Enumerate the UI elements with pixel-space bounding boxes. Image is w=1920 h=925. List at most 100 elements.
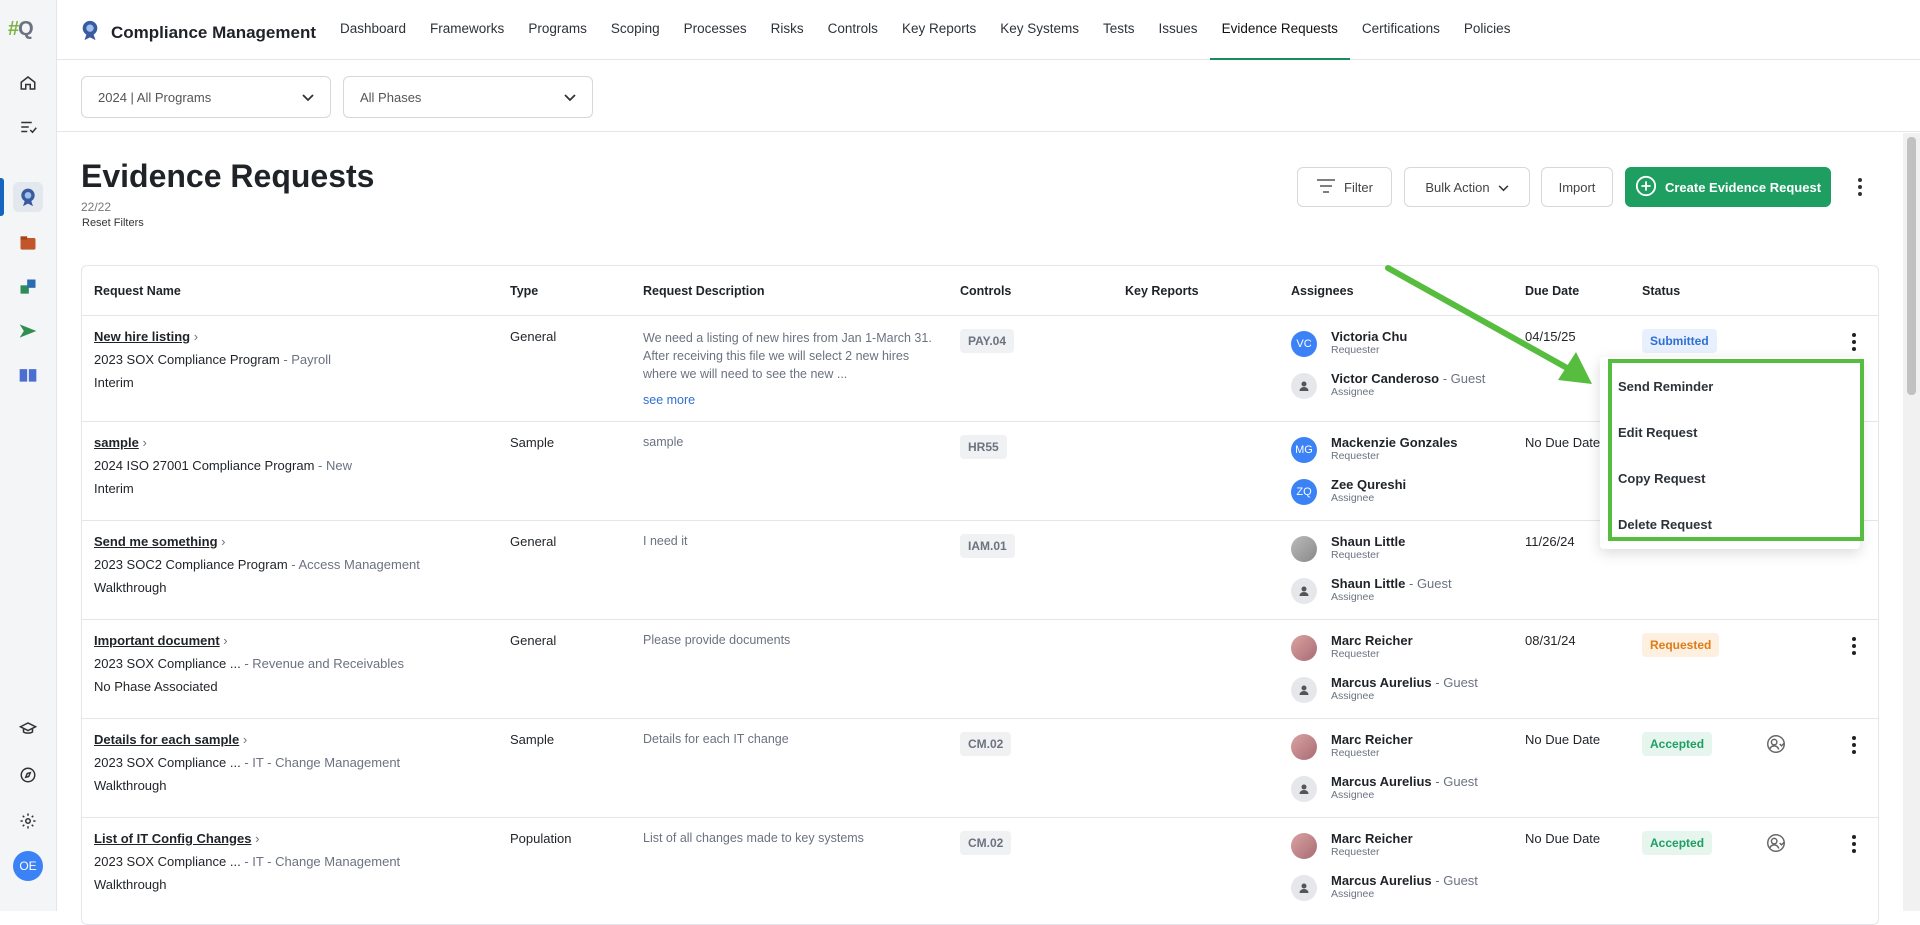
request-name-link[interactable]: Details for each sample [94, 732, 239, 747]
nav-issues[interactable]: Issues [1147, 0, 1210, 60]
assignee: Marcus Aurelius - Guest Assignee [1331, 873, 1478, 900]
person-role: Assignee [1331, 690, 1375, 702]
gear-icon[interactable] [13, 806, 43, 836]
nav-tests[interactable]: Tests [1091, 0, 1147, 60]
folder-icon[interactable] [13, 228, 43, 258]
control-tag[interactable]: HR55 [960, 435, 1007, 459]
requester: Marc Reicher Requester [1331, 633, 1413, 660]
row-actions-icon[interactable] [1844, 328, 1864, 356]
nav-programs[interactable]: Programs [516, 0, 599, 60]
reviewer-icon[interactable] [1765, 832, 1787, 857]
col-request-name[interactable]: Request Name [94, 266, 181, 316]
col-type[interactable]: Type [510, 266, 538, 316]
table-row[interactable]: Details for each sample › 2023 SOX Compl… [82, 719, 1878, 818]
status-badge: Accepted [1642, 732, 1713, 756]
person-name: Marc Reicher [1331, 633, 1413, 648]
row-actions-icon[interactable] [1844, 632, 1864, 660]
scrollbar-thumb[interactable] [1907, 137, 1916, 395]
avatar [1291, 536, 1317, 562]
nav-certifications[interactable]: Certifications [1350, 0, 1452, 60]
nav-frameworks[interactable]: Frameworks [418, 0, 516, 60]
graduation-cap-icon[interactable] [13, 714, 43, 744]
nav-processes[interactable]: Processes [672, 0, 759, 60]
page-scrollbar[interactable] [1903, 133, 1920, 911]
send-icon[interactable] [13, 316, 43, 346]
person-role: Assignee [1331, 789, 1375, 801]
person-name: Marc Reicher [1331, 831, 1413, 846]
avatar [1291, 734, 1317, 760]
due-date-cell: No Due Date [1525, 732, 1601, 747]
more-options-icon[interactable] [1846, 172, 1874, 202]
import-button[interactable]: Import [1541, 167, 1613, 207]
request-name-link[interactable]: New hire listing [94, 329, 190, 344]
col-request-description[interactable]: Request Description [643, 266, 765, 316]
chevron-right-icon: › [221, 534, 226, 549]
integration-icon[interactable] [13, 272, 43, 302]
compass-icon[interactable] [13, 760, 43, 790]
controls-cell: IAM.01 [960, 534, 1015, 558]
person-role: Assignee [1331, 888, 1375, 900]
filter-button[interactable]: Filter [1297, 167, 1392, 207]
brand[interactable]: Compliance Management [79, 18, 316, 47]
control-tag[interactable]: IAM.01 [960, 534, 1015, 558]
phase-select[interactable]: All Phases [343, 76, 593, 118]
nav-dashboard[interactable]: Dashboard [328, 0, 418, 60]
phase-select-value: All Phases [360, 89, 422, 105]
due-date-cell: No Due Date [1525, 831, 1601, 846]
chevron-right-icon: › [223, 633, 228, 648]
control-tag[interactable]: CM.02 [960, 732, 1012, 756]
row-actions-icon[interactable] [1844, 731, 1864, 759]
nav-key-systems[interactable]: Key Systems [988, 0, 1091, 60]
type-cell: General [510, 534, 557, 549]
program-process: - IT - Change Management [240, 755, 401, 770]
logo-hash: # [8, 18, 19, 40]
task-list-icon[interactable] [13, 112, 43, 142]
col-key-reports[interactable]: Key Reports [1125, 266, 1199, 316]
create-evidence-request-button[interactable]: Create Evidence Request [1625, 167, 1831, 207]
nav-controls[interactable]: Controls [816, 0, 890, 60]
request-name-link[interactable]: Important document [94, 633, 220, 648]
request-name-link[interactable]: List of IT Config Changes [94, 831, 251, 846]
nav-evidence-requests[interactable]: Evidence Requests [1209, 0, 1350, 60]
row-actions-icon[interactable] [1844, 830, 1864, 858]
table-row[interactable]: Important document › 2023 SOX Compliance… [82, 620, 1878, 719]
request-name-link[interactable]: Send me something [94, 534, 218, 549]
person-name: Zee Qureshi [1331, 477, 1407, 492]
request-name-link[interactable]: sample [94, 435, 139, 450]
main-nav: Dashboard Frameworks Programs Scoping Pr… [328, 0, 1522, 60]
avatar [1291, 833, 1317, 859]
see-more-link[interactable]: see more [643, 391, 943, 409]
request-name-cell: New hire listing › 2023 SOX Compliance P… [94, 329, 331, 390]
assignee: Shaun Little - Guest Assignee [1331, 576, 1452, 603]
book-icon[interactable] [13, 360, 43, 390]
status-badge: Accepted [1642, 831, 1713, 855]
control-tag[interactable]: PAY.04 [960, 329, 1015, 353]
nav-risks[interactable]: Risks [759, 0, 816, 60]
control-tag[interactable]: CM.02 [960, 831, 1012, 855]
nav-scoping[interactable]: Scoping [599, 0, 672, 60]
due-date-cell: 08/31/24 [1525, 633, 1576, 648]
reset-filters-link[interactable]: Reset Filters [82, 217, 144, 229]
compliance-icon[interactable] [13, 182, 43, 212]
user-icon [1291, 875, 1317, 901]
nav-key-reports[interactable]: Key Reports [890, 0, 988, 60]
annotation-highlight-box [1608, 359, 1864, 541]
user-avatar[interactable]: OE [13, 851, 43, 881]
program-process: - Revenue and Receivables [240, 656, 405, 671]
compliance-logo-icon [79, 18, 101, 47]
col-controls[interactable]: Controls [960, 266, 1011, 316]
program-select[interactable]: 2024 | All Programs [81, 76, 331, 118]
col-assignees[interactable]: Assignees [1291, 266, 1354, 316]
reviewer-icon[interactable] [1765, 733, 1787, 758]
nav-policies[interactable]: Policies [1452, 0, 1523, 60]
home-icon[interactable] [13, 68, 43, 98]
app-logo[interactable]: #Q [8, 18, 34, 41]
bulk-action-button[interactable]: Bulk Action [1404, 167, 1530, 207]
col-status[interactable]: Status [1642, 266, 1680, 316]
chevron-down-icon [564, 90, 576, 105]
import-button-label: Import [1558, 179, 1596, 195]
person-name: Mackenzie Gonzales [1331, 435, 1458, 450]
person-name: Marcus Aurelius [1331, 774, 1432, 789]
table-row[interactable]: List of IT Config Changes › 2023 SOX Com… [82, 818, 1878, 924]
program-name: 2023 SOX Compliance ... [94, 854, 241, 869]
